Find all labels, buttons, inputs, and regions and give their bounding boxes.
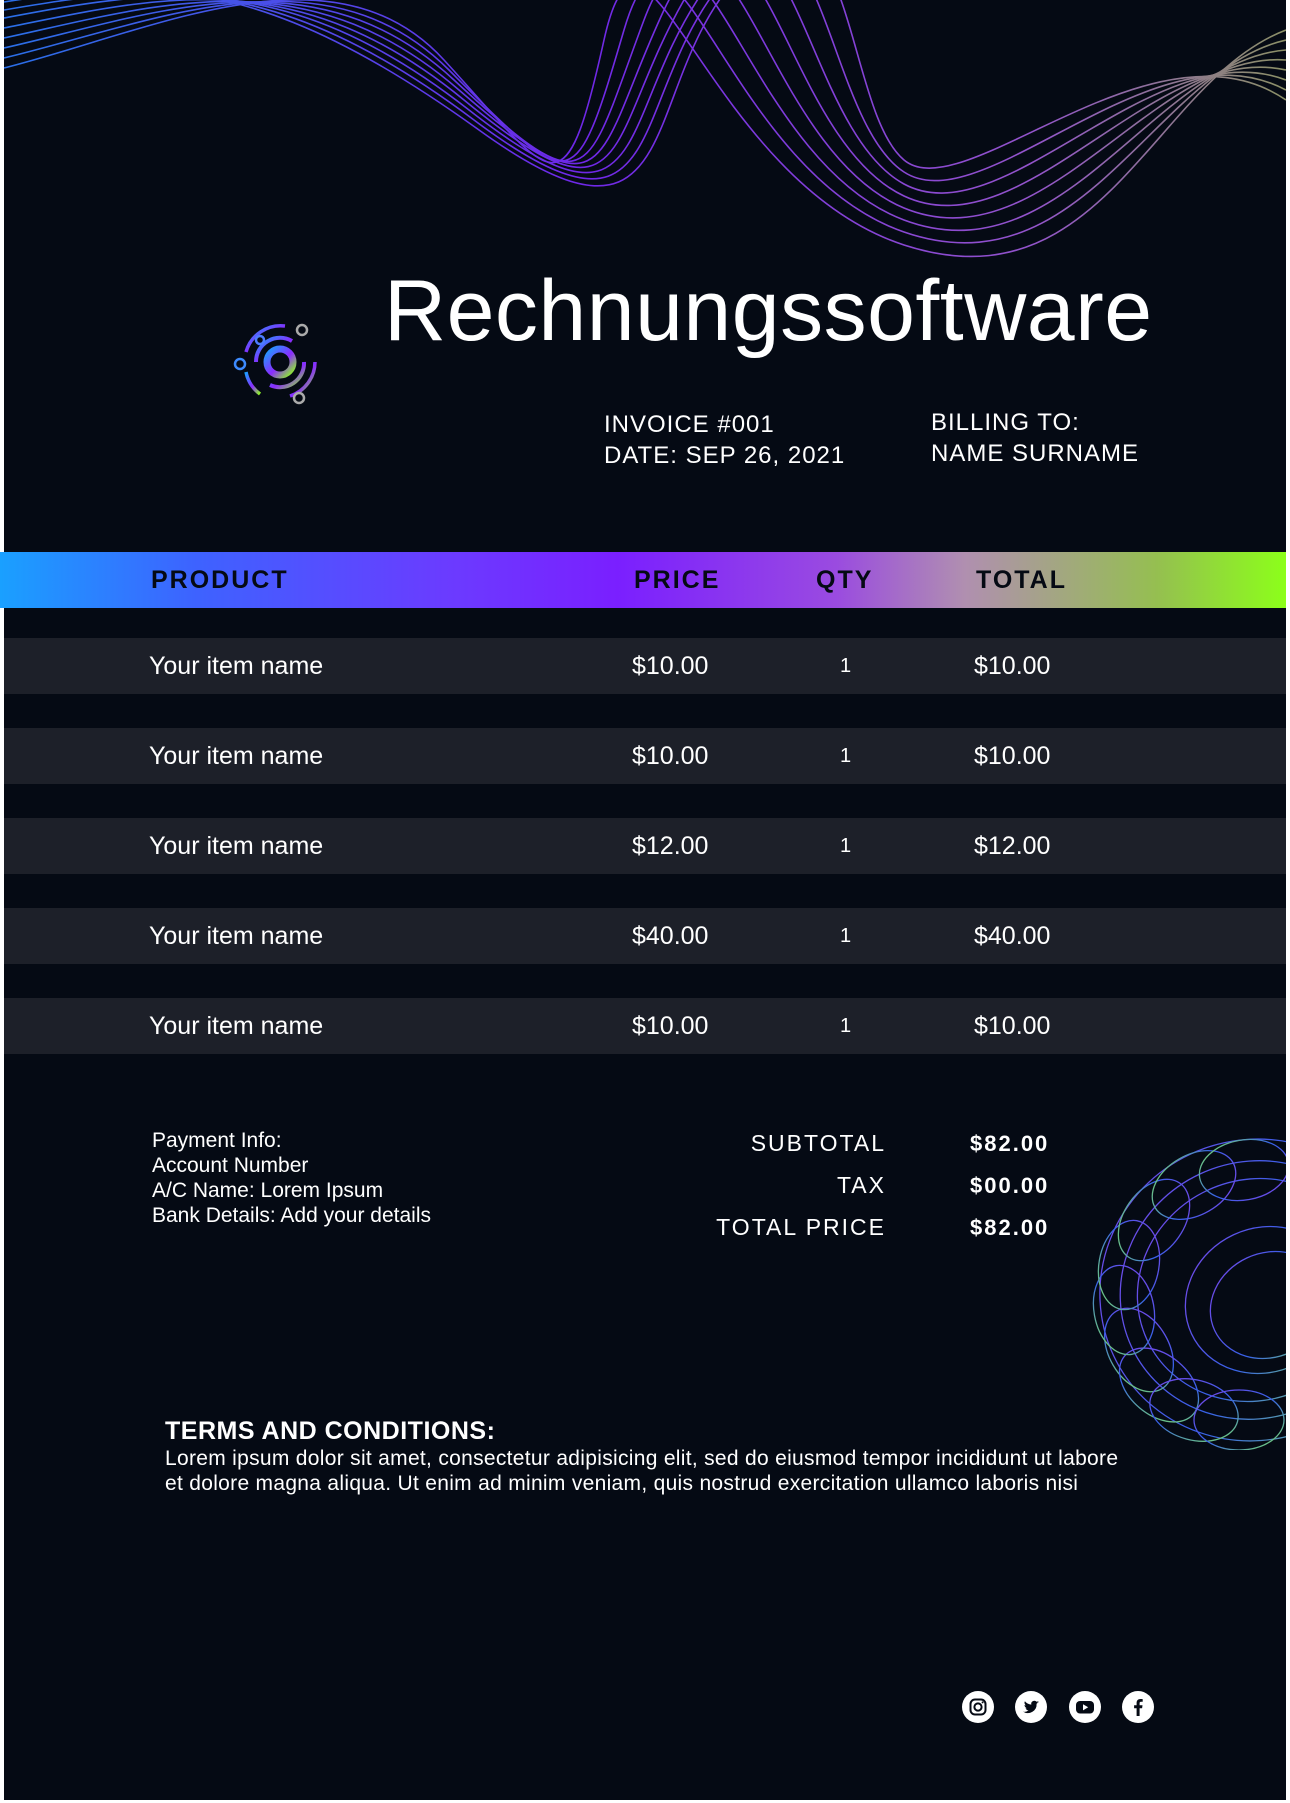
header-product: PRODUCT [151,566,289,594]
facebook-icon[interactable] [1122,1691,1154,1723]
twitter-icon[interactable] [1015,1691,1047,1723]
header-qty: QTY [816,566,874,594]
wave-lines-decoration [4,0,1286,258]
page-edge [1286,0,1290,1803]
billing-label: BILLING TO: [931,409,1080,436]
invoice-number: INVOICE #001 [604,411,775,438]
invoice-page: Rechnungssoftware INVOICE #001 DATE: SEP… [4,0,1286,1800]
invoice-date: DATE: SEP 26, 2021 [604,442,846,469]
header-price: PRICE [634,566,721,594]
billing-info: BILLING TO: NAME SURNAME [931,407,1139,469]
page-title: Rechnungssoftware [384,263,1153,359]
instagram-icon[interactable] [962,1691,994,1723]
invoice-info: INVOICE #001 DATE: SEP 26, 2021 [604,409,845,471]
table-header: PRODUCT PRICE QTY TOTAL [0,552,1286,608]
billing-name: NAME SURNAME [931,440,1140,467]
youtube-icon[interactable] [1069,1691,1101,1723]
brand-logo-icon [233,323,317,405]
header-total: TOTAL [976,566,1068,594]
